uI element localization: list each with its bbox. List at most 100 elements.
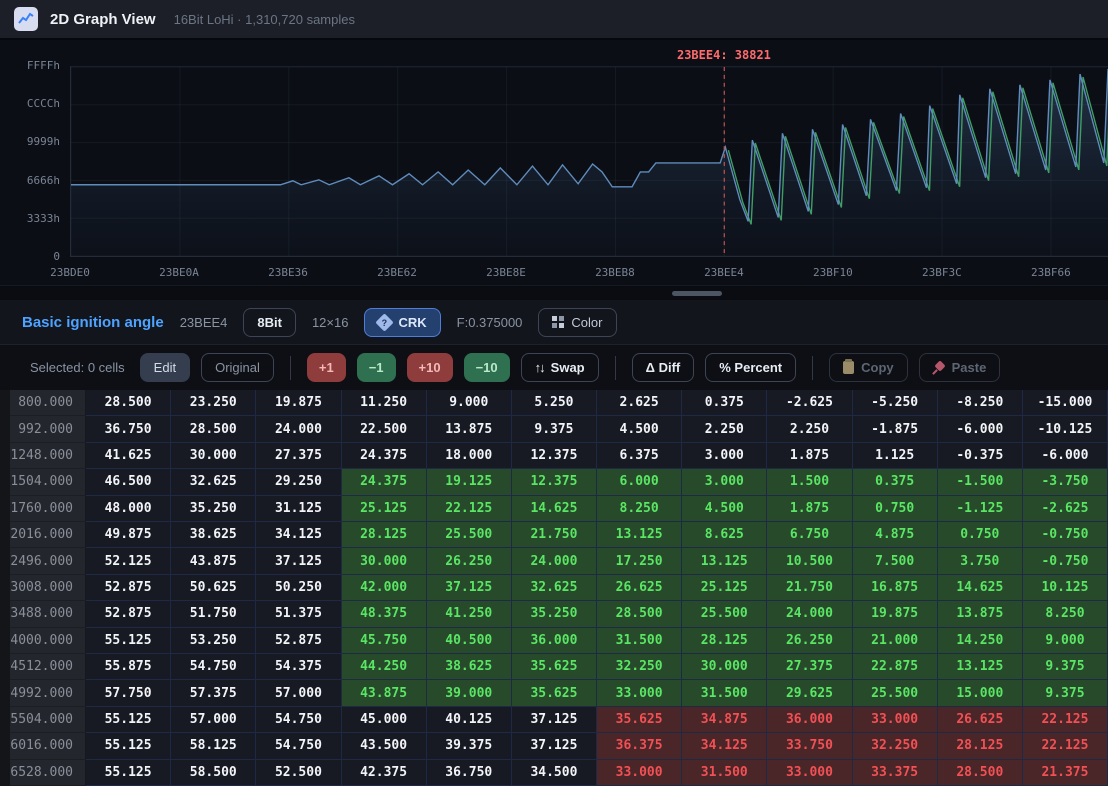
table-cell[interactable]: 26.250 (767, 628, 852, 654)
table-cell[interactable]: 0.375 (853, 469, 938, 495)
percent-button[interactable]: % Percent (705, 353, 796, 382)
row-header[interactable]: 4512.000 (10, 654, 86, 680)
table-cell[interactable]: 4.875 (853, 522, 938, 548)
swap-button[interactable]: ↑↓ Swap (521, 353, 599, 382)
table-cell[interactable]: 54.750 (256, 733, 341, 759)
table-cell[interactable]: -15.000 (1023, 390, 1108, 416)
table-cell[interactable]: 21.000 (853, 628, 938, 654)
table-cell[interactable]: 49.875 (86, 522, 171, 548)
table-cell[interactable]: 36.375 (597, 733, 682, 759)
table-cell[interactable]: 17.250 (597, 548, 682, 574)
table-cell[interactable]: 19.875 (853, 601, 938, 627)
table-cell[interactable]: -10.125 (1023, 416, 1108, 442)
table-cell[interactable]: 16.875 (853, 575, 938, 601)
table-cell[interactable]: 43.875 (342, 680, 427, 706)
row-header[interactable]: 800.000 (10, 390, 86, 416)
table-cell[interactable]: -0.750 (1023, 548, 1108, 574)
table-cell[interactable]: -6.000 (1023, 443, 1108, 469)
table-cell[interactable]: 29.250 (256, 469, 341, 495)
table-cell[interactable]: 33.375 (853, 760, 938, 786)
table-cell[interactable]: -6.000 (938, 416, 1023, 442)
table-cell[interactable]: 45.750 (342, 628, 427, 654)
row-header[interactable]: 3008.000 (10, 575, 86, 601)
table-cell[interactable]: 6.000 (597, 469, 682, 495)
table-cell[interactable]: 36.750 (86, 416, 171, 442)
table-cell[interactable]: 14.250 (938, 628, 1023, 654)
table-cell[interactable]: 4.500 (682, 496, 767, 522)
table-cell[interactable]: 52.875 (86, 601, 171, 627)
table-cell[interactable]: 29.625 (767, 680, 852, 706)
table-cell[interactable]: 42.375 (342, 760, 427, 786)
row-header[interactable]: 4000.000 (10, 628, 86, 654)
table-cell[interactable]: 34.875 (682, 707, 767, 733)
table-cell[interactable]: 22.125 (1023, 707, 1108, 733)
table-cell[interactable]: 9.000 (1023, 628, 1108, 654)
table-cell[interactable]: -1.125 (938, 496, 1023, 522)
table-cell[interactable]: 55.125 (86, 707, 171, 733)
table-cell[interactable]: -5.250 (853, 390, 938, 416)
table-cell[interactable]: 57.000 (256, 680, 341, 706)
table-cell[interactable]: 0.750 (938, 522, 1023, 548)
diff-button[interactable]: Δ Diff (632, 353, 695, 382)
table-cell[interactable]: 26.625 (938, 707, 1023, 733)
row-header[interactable]: 4992.000 (10, 680, 86, 706)
table-cell[interactable]: 2.250 (682, 416, 767, 442)
table-cell[interactable]: 25.125 (342, 496, 427, 522)
table-cell[interactable]: 41.625 (86, 443, 171, 469)
table-cell[interactable]: 28.125 (342, 522, 427, 548)
table-cell[interactable]: 54.750 (171, 654, 256, 680)
table-cell[interactable]: 27.375 (256, 443, 341, 469)
table-cell[interactable]: 8.250 (597, 496, 682, 522)
table-cell[interactable]: 38.625 (171, 522, 256, 548)
table-cell[interactable]: 0.750 (853, 496, 938, 522)
table-cell[interactable]: 22.125 (427, 496, 512, 522)
table-cell[interactable]: 39.000 (427, 680, 512, 706)
table-cell[interactable]: 21.750 (512, 522, 597, 548)
table-cell[interactable]: 31.500 (597, 628, 682, 654)
table-cell[interactable]: 18.000 (427, 443, 512, 469)
copy-button[interactable]: Copy (829, 353, 908, 382)
row-header[interactable]: 6528.000 (10, 760, 86, 786)
table-cell[interactable]: 37.125 (256, 548, 341, 574)
table-cell[interactable]: -8.250 (938, 390, 1023, 416)
table-cell[interactable]: 11.250 (342, 390, 427, 416)
table-cell[interactable]: 31.500 (682, 680, 767, 706)
table-cell[interactable]: 31.125 (256, 496, 341, 522)
table-cell[interactable]: -0.375 (938, 443, 1023, 469)
table-cell[interactable]: 37.125 (512, 733, 597, 759)
table-cell[interactable]: 19.125 (427, 469, 512, 495)
table-cell[interactable]: 40.125 (427, 707, 512, 733)
table-cell[interactable]: 52.500 (256, 760, 341, 786)
table-cell[interactable]: 53.250 (171, 628, 256, 654)
table-cell[interactable]: 22.875 (853, 654, 938, 680)
table-cell[interactable]: 9.000 (427, 390, 512, 416)
table-cell[interactable]: 28.500 (171, 416, 256, 442)
table-cell[interactable]: 51.375 (256, 601, 341, 627)
table-cell[interactable]: 39.375 (427, 733, 512, 759)
table-cell[interactable]: 36.000 (512, 628, 597, 654)
table-cell[interactable]: 4.500 (597, 416, 682, 442)
table-cell[interactable]: 14.625 (512, 496, 597, 522)
table-cell[interactable]: 24.000 (767, 601, 852, 627)
table-cell[interactable]: 54.750 (256, 707, 341, 733)
table-cell[interactable]: 35.250 (171, 496, 256, 522)
table-cell[interactable]: 45.000 (342, 707, 427, 733)
row-header[interactable]: 5504.000 (10, 707, 86, 733)
table-cell[interactable]: 55.125 (86, 760, 171, 786)
table-cell[interactable]: 10.125 (1023, 575, 1108, 601)
table-cell[interactable]: 1.875 (767, 496, 852, 522)
row-header[interactable]: 1248.000 (10, 443, 86, 469)
table-cell[interactable]: 13.125 (938, 654, 1023, 680)
table-cell[interactable]: 37.125 (512, 707, 597, 733)
table-cell[interactable]: 21.750 (767, 575, 852, 601)
table-cell[interactable]: 26.250 (427, 548, 512, 574)
row-header[interactable]: 3488.000 (10, 601, 86, 627)
table-cell[interactable]: 36.000 (767, 707, 852, 733)
table-cell[interactable]: 2.625 (597, 390, 682, 416)
crk-button[interactable]: ? CRK (364, 308, 440, 337)
table-cell[interactable]: 28.125 (682, 628, 767, 654)
table-cell[interactable]: 22.500 (342, 416, 427, 442)
table-cell[interactable]: -1.875 (853, 416, 938, 442)
table-cell[interactable]: 50.250 (256, 575, 341, 601)
table-cell[interactable]: 50.625 (171, 575, 256, 601)
